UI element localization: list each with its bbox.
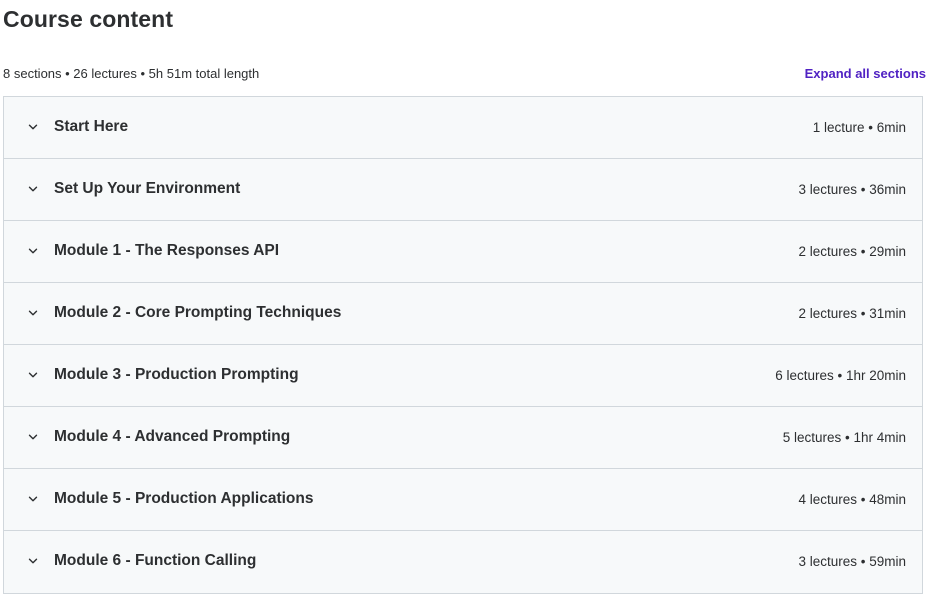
chevron-down-icon (28, 432, 38, 442)
section-meta: 6 lectures • 1hr 20min (775, 368, 906, 383)
section-header-module-5[interactable]: Module 5 - Production Applications 4 lec… (4, 469, 922, 531)
section-meta: 2 lectures • 31min (798, 306, 906, 321)
chevron-down-icon (28, 184, 38, 194)
chevron-down-icon (28, 494, 38, 504)
section-header-module-2[interactable]: Module 2 - Core Prompting Techniques 2 l… (4, 283, 922, 345)
chevron-down-icon (28, 246, 38, 256)
section-header-module-4[interactable]: Module 4 - Advanced Prompting 5 lectures… (4, 407, 922, 469)
section-title: Module 5 - Production Applications (54, 490, 314, 507)
course-summary: 8 sections • 26 lectures • 5h 51m total … (3, 66, 260, 81)
chevron-down-icon (28, 556, 38, 566)
section-title: Module 1 - The Responses API (54, 242, 280, 259)
expand-all-sections-button[interactable]: Expand all sections (805, 66, 926, 81)
section-title: Start Here (54, 118, 129, 135)
section-meta: 2 lectures • 29min (798, 244, 906, 259)
section-title: Module 2 - Core Prompting Techniques (54, 304, 342, 321)
section-title: Module 3 - Production Prompting (54, 366, 299, 383)
section-meta: 5 lectures • 1hr 4min (782, 430, 906, 445)
section-meta: 1 lecture • 6min (812, 120, 906, 135)
page-title: Course content (3, 6, 174, 32)
chevron-down-icon (28, 122, 38, 132)
chevron-down-icon (28, 308, 38, 318)
course-summary-row: 8 sections • 26 lectures • 5h 51m total … (3, 66, 926, 84)
section-header-start-here[interactable]: Start Here 1 lecture • 6min (4, 97, 922, 159)
chevron-down-icon (28, 370, 38, 380)
section-title: Set Up Your Environment (54, 180, 241, 197)
section-meta: 3 lectures • 59min (798, 554, 906, 569)
section-header-module-3[interactable]: Module 3 - Production Prompting 6 lectur… (4, 345, 922, 407)
section-title: Module 6 - Function Calling (54, 552, 257, 569)
section-title: Module 4 - Advanced Prompting (54, 428, 291, 445)
section-header-set-up-environment[interactable]: Set Up Your Environment 3 lectures • 36m… (4, 159, 922, 221)
section-header-module-6[interactable]: Module 6 - Function Calling 3 lectures •… (4, 531, 922, 593)
sections-accordion: Start Here 1 lecture • 6min Set Up Your … (3, 96, 923, 594)
section-header-module-1[interactable]: Module 1 - The Responses API 2 lectures … (4, 221, 922, 283)
section-meta: 3 lectures • 36min (798, 182, 906, 197)
section-meta: 4 lectures • 48min (798, 492, 906, 507)
